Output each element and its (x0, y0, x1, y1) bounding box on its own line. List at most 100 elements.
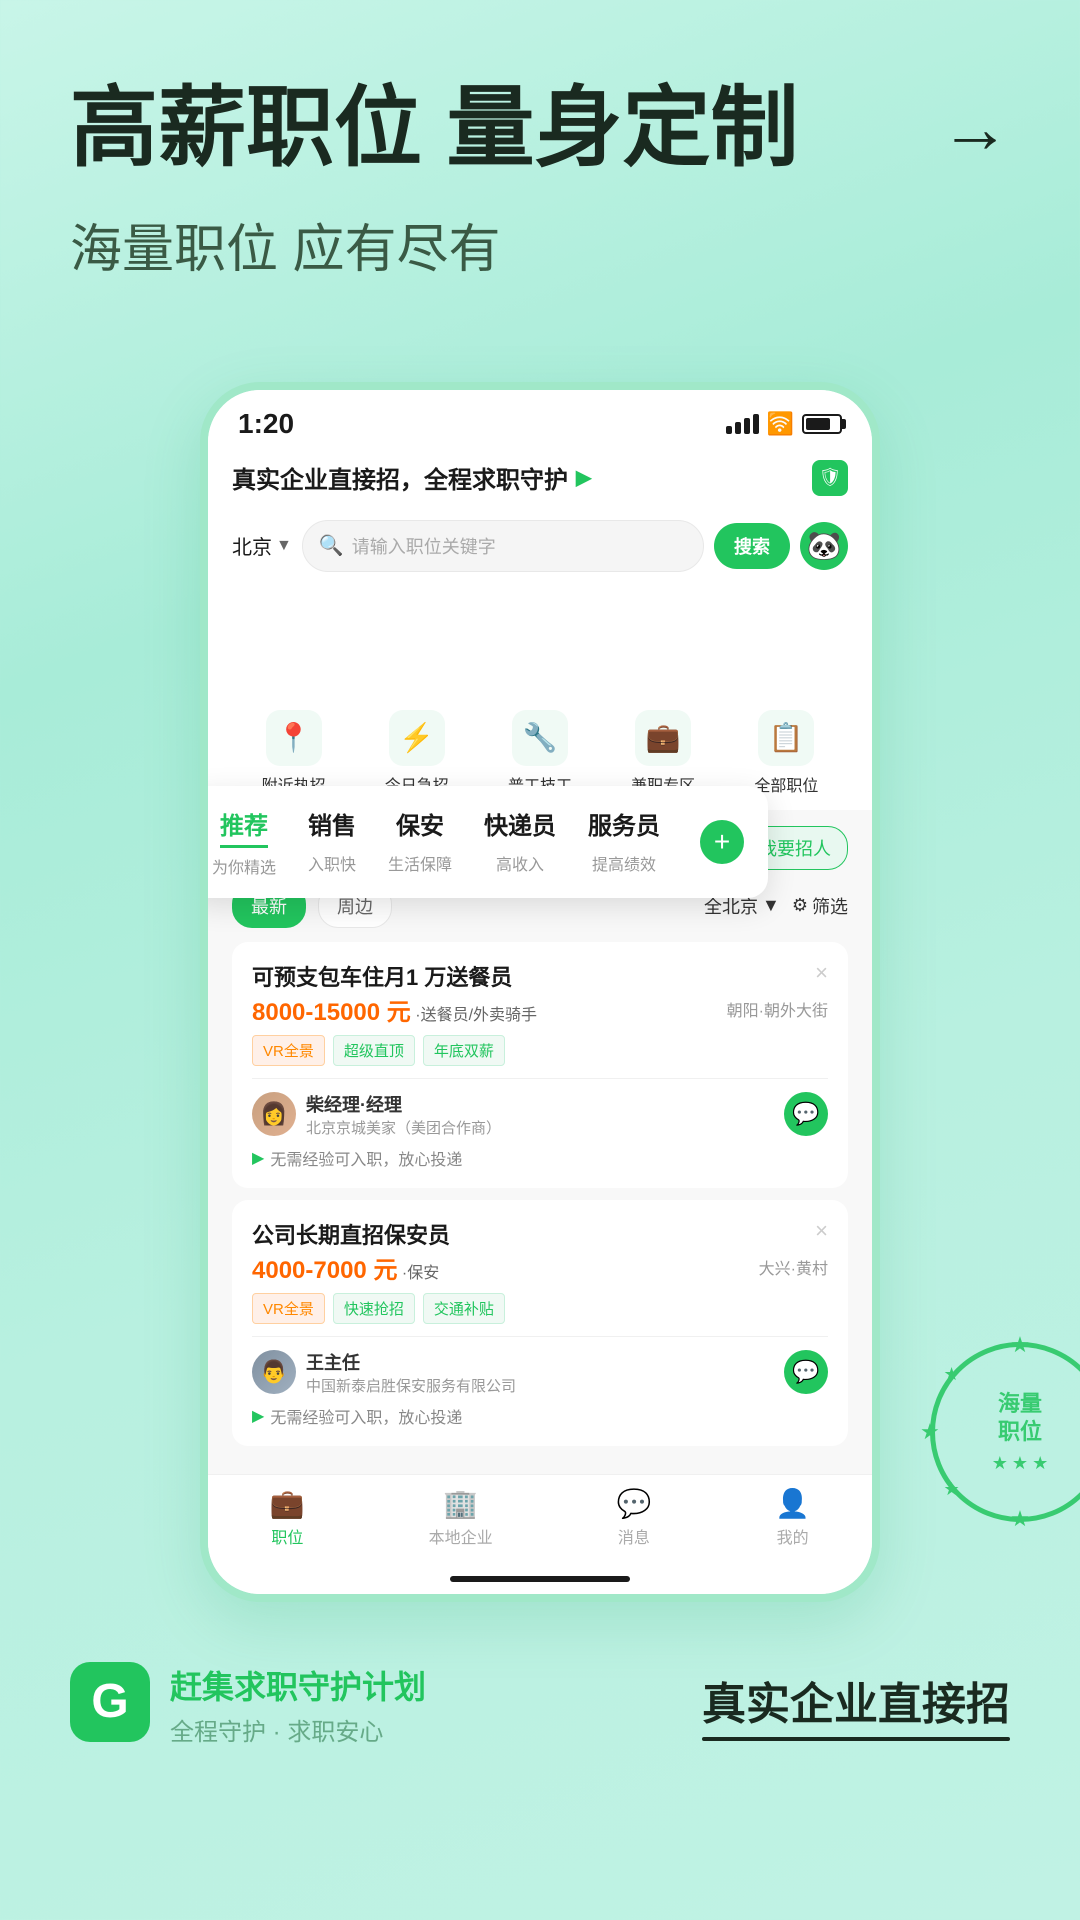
avatar-button[interactable]: 🐼 (800, 522, 848, 570)
g-letter: G (91, 1674, 128, 1729)
status-time: 1:20 (238, 408, 294, 440)
filter-button[interactable]: ⚙ 筛选 (792, 893, 848, 919)
bottom-underline (702, 1737, 1010, 1741)
job-card-2-tag-transport: 交通补贴 (423, 1293, 505, 1324)
quick-nav-nearby[interactable]: 📍 附近热招 (262, 710, 326, 796)
job-card-2-location: 大兴·黄村 (759, 1255, 828, 1279)
job-footer-icon-1: ▶ (252, 1148, 264, 1168)
stamp-star-top: ★ (1010, 1332, 1030, 1358)
phone-wrapper: 1:20 🛜 真实企业直接招，全程求职守护 ▶ (0, 382, 1080, 1602)
job-card-1-close[interactable]: × (815, 960, 828, 986)
stamp: 海量 职位 ★ ★ ★ ★ ★ ★ ★ ★ ★ ★ ★ (930, 1342, 1080, 1522)
bottom-brand-sub: 全程守护 · 求职安心 (170, 1712, 426, 1747)
battery-icon (802, 414, 842, 434)
job-card-2[interactable]: 公司长期直招保安员 × 4000-7000 元 ·保安 大兴·黄村 VR全景 (232, 1200, 848, 1446)
bottom-nav: 💼 职位 🏢 本地企业 💬 消息 👤 我的 (208, 1474, 872, 1568)
stamp-star-left: ★ (920, 1419, 940, 1445)
job-card-1-type: ·送餐员/外卖骑手 (415, 1007, 537, 1024)
category-tab-courier[interactable]: 快递员 高收入 (468, 806, 572, 875)
filter-icon: ⚙ (792, 895, 808, 916)
category-tab-security[interactable]: 保安 生活保障 (372, 806, 468, 875)
main-title: 高薪职位 量身定制 → (70, 80, 1010, 177)
job-card-2-header: 公司长期直招保安员 × 4000-7000 元 ·保安 大兴·黄村 VR全景 (252, 1218, 828, 1324)
recruiter-info-2: 王主任 中国新泰启胜保安服务有限公司 (306, 1349, 774, 1396)
factory-icon: 🔧 (512, 710, 568, 766)
search-button[interactable]: 搜索 (714, 523, 790, 569)
filter-text: 筛选 (812, 893, 848, 919)
nav-jobs-label: 职位 (271, 1524, 303, 1548)
job-card-2-salary: 4000-7000 元 (252, 1257, 397, 1284)
home-bar-line (450, 1576, 630, 1582)
nav-mine-label: 我的 (777, 1524, 809, 1548)
signal-bars-icon (726, 414, 759, 434)
job-card-2-type: ·保安 (402, 1265, 439, 1282)
job-card-1-title: 可预支包车住月1 万送餐员 (252, 960, 815, 992)
category-tab-service[interactable]: 服务员 提高绩效 (572, 806, 676, 875)
location-arrow-icon: ▼ (276, 537, 292, 555)
job-card-1-salary: 8000-15000 元 (252, 999, 411, 1026)
g-logo: G (70, 1662, 150, 1742)
location-button[interactable]: 北京 ▼ (232, 531, 292, 560)
add-category-button[interactable]: + (700, 820, 744, 864)
job-card-1-tags: VR全景 超级直顶 年底双薪 (252, 1035, 828, 1066)
recruiter-name-2: 王主任 (306, 1349, 774, 1375)
search-icon: 🔍 (319, 533, 344, 558)
nav-local[interactable]: 🏢 本地企业 (429, 1487, 493, 1548)
jobs-section: 精选职位 👤 我要招人 最新 周边 全北京 ▼ ⚙ 筛选 (208, 810, 872, 1474)
quick-nav-all[interactable]: 📋 全部职位 (754, 710, 818, 796)
job-footer-2: ▶ 无需经验可入职，放心投递 (252, 1404, 828, 1428)
job-card-1-location: 朝阳·朝外大街 (727, 997, 828, 1021)
job-card-2-tags: VR全景 快速抢招 交通补贴 (252, 1293, 828, 1324)
job-card-2-tag-vr: VR全景 (252, 1293, 325, 1324)
avatar-icon: 🐼 (807, 529, 842, 562)
bottom-right-text: 真实企业直接招 (702, 1676, 1010, 1733)
nav-messages[interactable]: 💬 消息 (616, 1487, 651, 1548)
category-tab-sales[interactable]: 销售 入职快 (292, 806, 372, 875)
header-shield-icon[interactable]: 🛡 (812, 460, 848, 496)
stamp-stars: ★ ★ ★ (992, 1453, 1048, 1474)
status-icons: 🛜 (726, 411, 842, 437)
recruiter-info-1: 柴经理·经理 北京京城美家（美团合作商） (306, 1091, 774, 1138)
recruiter-company-2: 中国新泰启胜保安服务有限公司 (306, 1375, 774, 1396)
all-icon: 📋 (758, 710, 814, 766)
job-card-1-tag-vr: VR全景 (252, 1035, 325, 1066)
app-header: 真实企业直接招，全程求职守护 ▶ 🛡 (208, 450, 872, 510)
job-card-1[interactable]: 可预支包车住月1 万送餐员 × 8000-15000 元 ·送餐员/外卖骑手 朝… (232, 942, 848, 1188)
bottom-brand-text: 赶集求职守护计划 全程守护 · 求职安心 (170, 1662, 426, 1747)
search-placeholder: 请输入职位关键字 (352, 533, 687, 559)
nearby-icon: 📍 (266, 710, 322, 766)
nav-messages-icon: 💬 (616, 1487, 651, 1520)
recruiter-avatar-2: 👨 (252, 1350, 296, 1394)
status-bar: 1:20 🛜 (208, 390, 872, 450)
filter-location-arrow: ▼ (762, 895, 780, 916)
quick-nav-urgent[interactable]: ⚡ 今日急招 (385, 710, 449, 796)
job-card-2-close[interactable]: × (815, 1218, 828, 1244)
quick-nav-parttime[interactable]: 💼 兼职专区 (631, 710, 695, 796)
chat-button-1[interactable]: 💬 (784, 1092, 828, 1136)
nav-local-label: 本地企业 (429, 1524, 493, 1548)
recruiter-company-1: 北京京城美家（美团合作商） (306, 1117, 774, 1138)
stamp-star-tl: ★ (944, 1364, 960, 1385)
job-card-1-header: 可预支包车住月1 万送餐员 × 8000-15000 元 ·送餐员/外卖骑手 朝… (252, 960, 828, 1066)
category-tab-recommend[interactable]: 推荐 为你精选 (212, 806, 292, 878)
nav-messages-label: 消息 (618, 1524, 650, 1548)
stamp-star-bl: ★ (944, 1479, 960, 1500)
quick-nav-factory[interactable]: 🔧 普工技工 (508, 710, 572, 796)
nav-mine-icon: 👤 (775, 1487, 810, 1520)
app-header-title: 真实企业直接招，全程求职守护 ▶ (232, 460, 591, 495)
search-bar: 北京 ▼ 🔍 请输入职位关键字 搜索 🐼 (208, 510, 872, 586)
recruiter-row-1: 👩 柴经理·经理 北京京城美家（美团合作商） 💬 (252, 1091, 828, 1138)
bottom-right-label: 真实企业直接招 (702, 1680, 1010, 1729)
chat-button-2[interactable]: 💬 (784, 1350, 828, 1394)
job-footer-text-2: 无需经验可入职，放心投递 (270, 1404, 462, 1428)
nav-mine[interactable]: 👤 我的 (775, 1487, 810, 1548)
stamp-star-1: ★ (992, 1453, 1008, 1474)
recruiter-row-2: 👨 王主任 中国新泰启胜保安服务有限公司 💬 (252, 1349, 828, 1396)
job-footer-1: ▶ 无需经验可入职，放心投递 (252, 1146, 828, 1170)
home-bar (208, 1568, 872, 1594)
arrow-right[interactable]: → (940, 90, 1010, 167)
search-input-box[interactable]: 🔍 请输入职位关键字 (302, 520, 704, 572)
category-card: 推荐 为你精选 销售 入职快 保安 生活保障 快递员 高收入 (200, 786, 768, 898)
job-footer-icon-2: ▶ (252, 1406, 264, 1426)
nav-jobs[interactable]: 💼 职位 (270, 1487, 305, 1548)
